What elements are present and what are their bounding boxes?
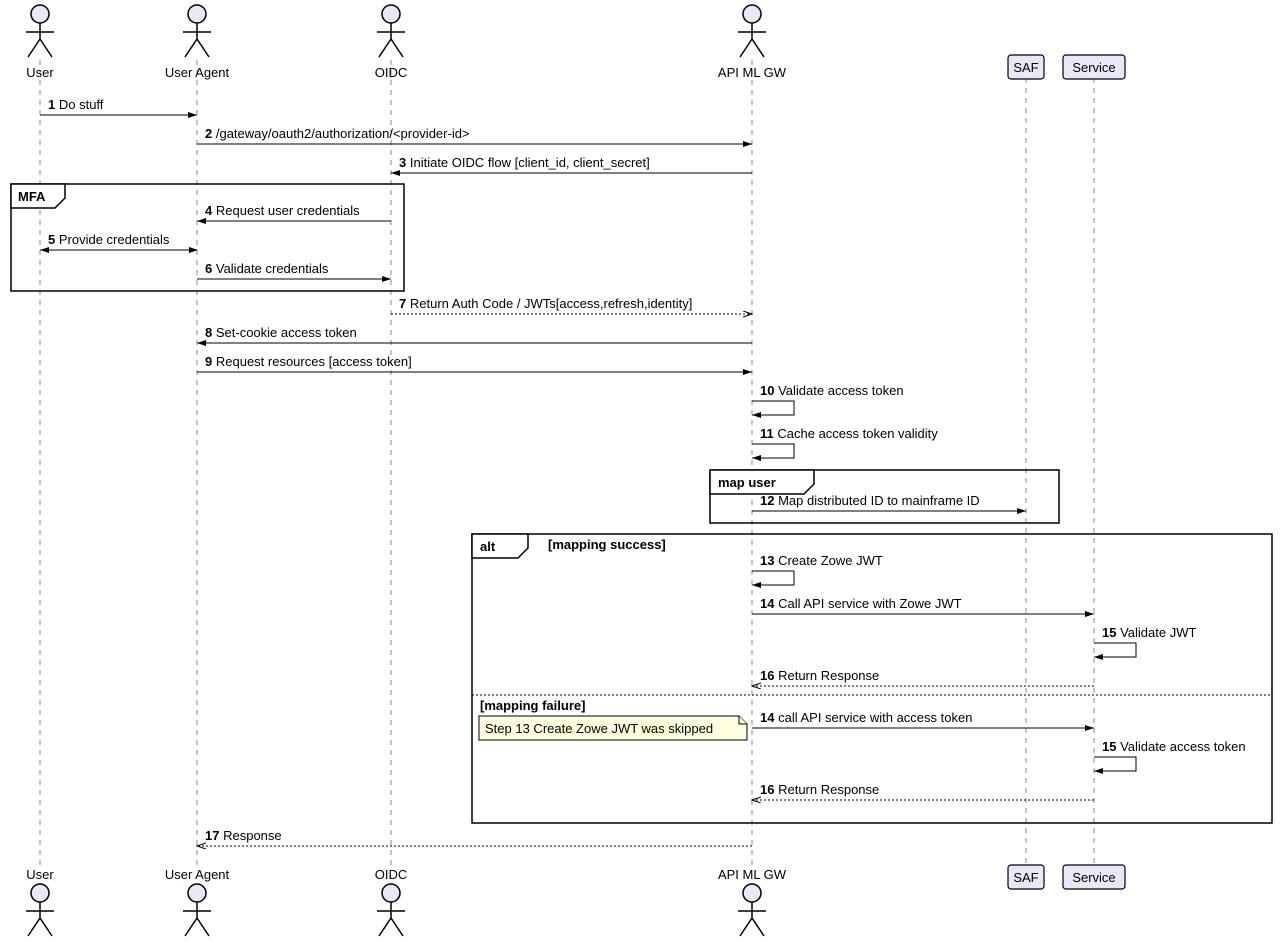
svg-text:User Agent: User Agent bbox=[165, 867, 230, 882]
svg-text:OIDC: OIDC bbox=[375, 867, 408, 882]
svg-text:8 Set-cookie access token: 8 Set-cookie access token bbox=[205, 325, 357, 340]
svg-text:User: User bbox=[26, 65, 54, 80]
svg-text:11 Cache access token validity: 11 Cache access token validity bbox=[760, 426, 938, 441]
frame-label-mfa: MFA bbox=[18, 189, 46, 204]
note-step13-skipped: Step 13 Create Zowe JWT was skipped bbox=[479, 716, 747, 740]
actor-oidc: OIDC bbox=[375, 5, 408, 80]
svg-text:1 Do stuff: 1 Do stuff bbox=[48, 97, 104, 112]
actor-oidc-bottom: OIDC bbox=[375, 867, 408, 936]
svg-text:Service: Service bbox=[1072, 870, 1115, 885]
svg-text:12 Map distributed ID to mainf: 12 Map distributed ID to mainframe ID bbox=[760, 493, 980, 508]
svg-text:OIDC: OIDC bbox=[375, 65, 408, 80]
svg-text:6 Validate credentials: 6 Validate credentials bbox=[205, 261, 329, 276]
participant-saf: SAF bbox=[1008, 55, 1044, 79]
actor-api-ml-gw-bottom: API ML GW bbox=[718, 867, 787, 936]
svg-text:16 Return Response: 16 Return Response bbox=[760, 668, 879, 683]
svg-text:7 Return Auth Code / JWTs[acce: 7 Return Auth Code / JWTs[access,refresh… bbox=[399, 296, 692, 311]
svg-text:17 Response: 17 Response bbox=[205, 828, 282, 843]
participant-saf-bottom: SAF bbox=[1008, 865, 1044, 889]
svg-text:SAF: SAF bbox=[1013, 60, 1038, 75]
alt-cond-success: [mapping success] bbox=[548, 537, 666, 552]
svg-text:16 Return Response: 16 Return Response bbox=[760, 782, 879, 797]
frame-label-map-user: map user bbox=[718, 475, 776, 490]
svg-text:2 /gateway/oauth2/authorizatio: 2 /gateway/oauth2/authorization/<provide… bbox=[205, 126, 470, 141]
participant-service: Service bbox=[1063, 55, 1125, 79]
actor-user: User bbox=[26, 5, 54, 80]
svg-text:14 Call API service with Zowe: 14 Call API service with Zowe JWT bbox=[760, 596, 962, 611]
svg-text:15 Validate JWT: 15 Validate JWT bbox=[1102, 625, 1196, 640]
actor-user-bottom: User bbox=[26, 867, 54, 936]
svg-text:SAF: SAF bbox=[1013, 870, 1038, 885]
svg-text:API ML GW: API ML GW bbox=[718, 65, 787, 80]
svg-text:14 call API service with acces: 14 call API service with access token bbox=[760, 710, 972, 725]
svg-text:4 Request user credentials: 4 Request user credentials bbox=[205, 203, 360, 218]
actor-user-agent: User Agent bbox=[165, 5, 230, 80]
svg-text:15 Validate access token: 15 Validate access token bbox=[1102, 739, 1246, 754]
svg-text:User Agent: User Agent bbox=[165, 65, 230, 80]
svg-text:3 Initiate OIDC flow [client_i: 3 Initiate OIDC flow [client_id, client_… bbox=[399, 155, 650, 170]
actor-api-ml-gw: API ML GW bbox=[718, 5, 787, 80]
svg-text:Step 13 Create Zowe JWT was sk: Step 13 Create Zowe JWT was skipped bbox=[485, 721, 713, 736]
alt-cond-failure: [mapping failure] bbox=[480, 698, 585, 713]
svg-text:5 Provide credentials: 5 Provide credentials bbox=[48, 232, 170, 247]
sequence-diagram: User User Agent OIDC API ML GW SAF Servi… bbox=[0, 0, 1284, 942]
frame-label-alt: alt bbox=[480, 539, 496, 554]
svg-text:User: User bbox=[26, 867, 54, 882]
svg-text:10 Validate access token: 10 Validate access token bbox=[760, 383, 904, 398]
svg-text:9 Request resources [access to: 9 Request resources [access token] bbox=[205, 354, 412, 369]
svg-text:Service: Service bbox=[1072, 60, 1115, 75]
participant-service-bottom: Service bbox=[1063, 865, 1125, 889]
svg-text:13 Create Zowe JWT: 13 Create Zowe JWT bbox=[760, 553, 883, 568]
actor-user-agent-bottom: User Agent bbox=[165, 867, 230, 936]
svg-text:API ML GW: API ML GW bbox=[718, 867, 787, 882]
